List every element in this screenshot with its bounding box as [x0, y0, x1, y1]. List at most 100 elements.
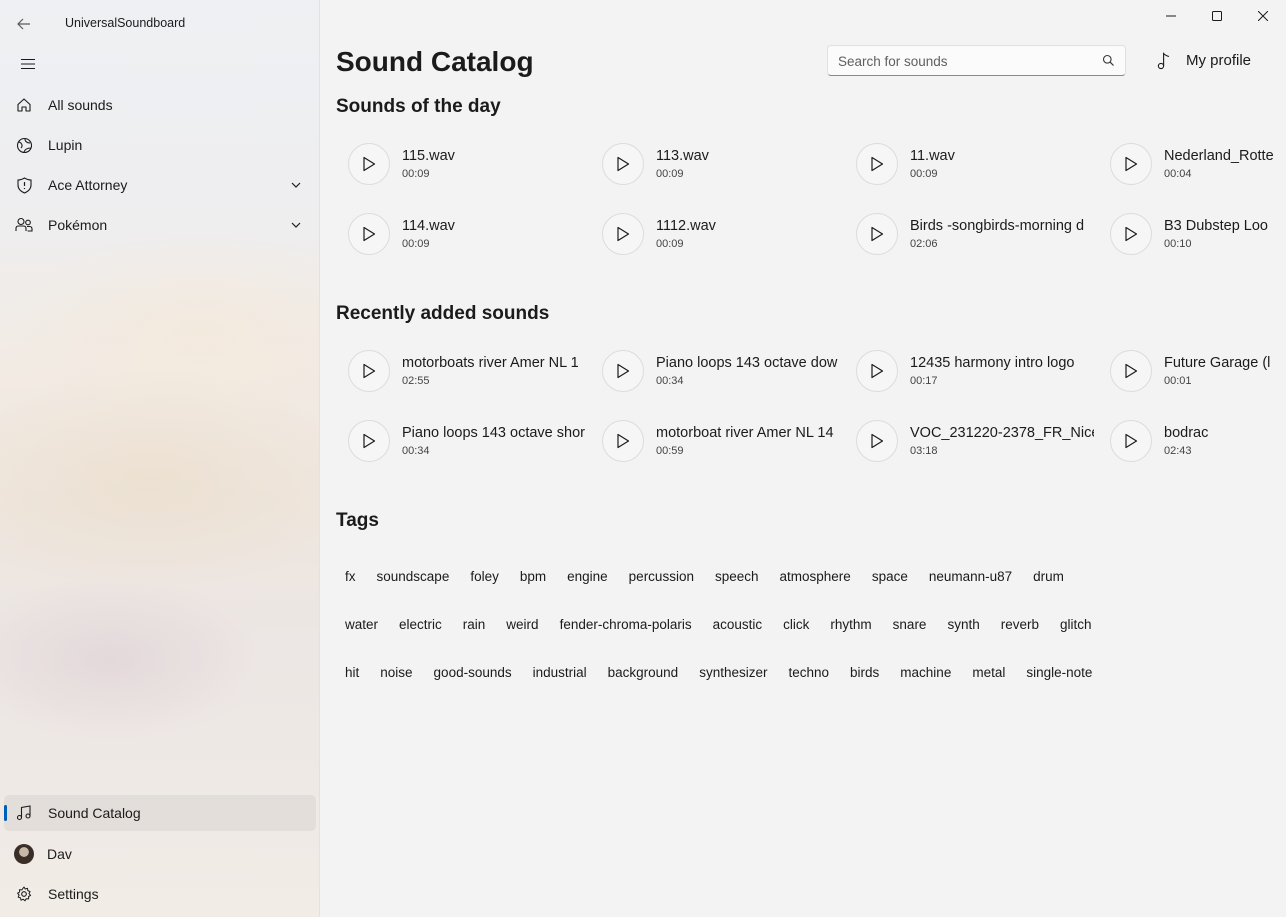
sound-item[interactable]: Piano loops 143 octave shor 00:34 [336, 417, 586, 465]
sound-duration: 00:09 [656, 238, 684, 250]
play-button[interactable] [856, 213, 898, 255]
tag-button[interactable]: percussion [619, 561, 704, 592]
sidebar-item-ace-attorney[interactable]: Ace Attorney [4, 167, 316, 203]
tag-button[interactable]: noise [370, 657, 422, 688]
search-icon[interactable] [1102, 54, 1115, 67]
tag-button[interactable]: speech [705, 561, 769, 592]
sound-item[interactable]: 113.wav 00:09 [590, 140, 840, 188]
play-button[interactable] [348, 420, 390, 462]
sidebar-item-settings[interactable]: Settings [4, 876, 316, 912]
my-profile-button[interactable]: My profile [1146, 45, 1271, 76]
tag-button[interactable]: background [598, 657, 689, 688]
sidebar-item-label: Pokémon [48, 217, 108, 233]
play-button[interactable] [348, 143, 390, 185]
tag-button[interactable]: techno [778, 657, 839, 688]
sound-item[interactable]: 12435 harmony intro logo 00:17 [844, 347, 1094, 395]
sidebar-item-all-sounds[interactable]: All sounds [4, 87, 316, 123]
play-button[interactable] [602, 350, 644, 392]
sound-item[interactable]: 115.wav 00:09 [336, 140, 586, 188]
sound-item[interactable]: bodrac 02:43 [1098, 417, 1286, 465]
sound-duration: 00:34 [656, 375, 684, 387]
play-button[interactable] [1110, 213, 1152, 255]
tag-button[interactable]: glitch [1050, 609, 1102, 640]
play-icon [1125, 226, 1138, 242]
chevron-down-icon[interactable] [290, 179, 302, 191]
selection-indicator [4, 805, 7, 821]
sidebar-item-pokemon[interactable]: Pokémon [4, 207, 316, 243]
tag-button[interactable]: synth [937, 609, 989, 640]
sidebar-item-sound-catalog[interactable]: Sound Catalog [4, 795, 316, 831]
play-button[interactable] [1110, 143, 1152, 185]
tag-button[interactable]: atmosphere [770, 561, 861, 592]
app-title: UniversalSoundboard [65, 16, 186, 30]
tag-button[interactable]: good-sounds [424, 657, 522, 688]
tag-button[interactable]: fender-chroma-polaris [550, 609, 702, 640]
chevron-down-icon[interactable] [290, 219, 302, 231]
play-icon [1125, 156, 1138, 172]
tag-button[interactable]: synthesizer [689, 657, 777, 688]
tag-button[interactable]: machine [890, 657, 961, 688]
play-button[interactable] [1110, 420, 1152, 462]
play-button[interactable] [602, 213, 644, 255]
tag-row: water electric rain weird fender-chroma-… [335, 600, 1135, 648]
tag-button[interactable]: space [862, 561, 918, 592]
tag-button[interactable]: click [773, 609, 819, 640]
sidebar-item-account[interactable]: Dav [4, 836, 316, 872]
play-button[interactable] [602, 143, 644, 185]
sound-item[interactable]: motorboats river Amer NL 1 02:55 [336, 347, 586, 395]
sound-item[interactable]: Future Garage (l 00:01 [1098, 347, 1286, 395]
sound-item[interactable]: B3 Dubstep Loo 00:10 [1098, 210, 1286, 258]
play-button[interactable] [602, 420, 644, 462]
play-button[interactable] [856, 350, 898, 392]
search-box[interactable] [827, 45, 1126, 76]
tag-button[interactable]: hit [335, 657, 369, 688]
sound-item[interactable]: Piano loops 143 octave dow 00:34 [590, 347, 840, 395]
play-button[interactable] [1110, 350, 1152, 392]
play-icon [363, 156, 376, 172]
tag-button[interactable]: electric [389, 609, 452, 640]
close-button[interactable] [1240, 0, 1286, 32]
tag-button[interactable]: acoustic [703, 609, 773, 640]
navigation-pane: UniversalSoundboard All sounds Lupin Ace… [0, 0, 320, 917]
tag-list: fx soundscape foley bpm engine percussio… [335, 552, 1135, 696]
tag-button[interactable]: bpm [510, 561, 556, 592]
sound-name: 113.wav [656, 148, 709, 164]
tag-button[interactable]: rain [453, 609, 496, 640]
minimize-button[interactable] [1148, 0, 1194, 32]
tag-button[interactable]: birds [840, 657, 889, 688]
sound-item[interactable]: 1112.wav 00:09 [590, 210, 840, 258]
tag-button[interactable]: neumann-u87 [919, 561, 1022, 592]
tag-button[interactable]: metal [962, 657, 1015, 688]
tag-button[interactable]: fx [335, 561, 366, 592]
menu-toggle-button[interactable] [12, 50, 44, 78]
back-button[interactable] [10, 10, 38, 38]
tag-button[interactable]: drum [1023, 561, 1074, 592]
play-icon [871, 226, 884, 242]
sound-item[interactable]: VOC_231220-2378_FR_Nice_ 03:18 [844, 417, 1094, 465]
sound-name: motorboat river Amer NL 14 [656, 425, 834, 441]
tag-button[interactable]: snare [883, 609, 937, 640]
play-button[interactable] [856, 420, 898, 462]
search-input[interactable] [838, 52, 1088, 70]
maximize-button[interactable] [1194, 0, 1240, 32]
tag-button[interactable]: weird [496, 609, 548, 640]
tag-button[interactable]: industrial [523, 657, 597, 688]
sidebar-item-lupin[interactable]: Lupin [4, 127, 316, 163]
tag-button[interactable]: water [335, 609, 388, 640]
play-button[interactable] [856, 143, 898, 185]
sound-item[interactable]: motorboat river Amer NL 14 00:59 [590, 417, 840, 465]
play-button[interactable] [348, 350, 390, 392]
sound-item[interactable]: 11.wav 00:09 [844, 140, 1094, 188]
tag-button[interactable]: foley [460, 561, 509, 592]
close-icon [1258, 11, 1268, 21]
tag-button[interactable]: engine [557, 561, 618, 592]
sound-item[interactable]: Nederland_Rotte 00:04 [1098, 140, 1286, 188]
tag-button[interactable]: single-note [1016, 657, 1102, 688]
tag-button[interactable]: rhythm [820, 609, 881, 640]
sound-item[interactable]: 114.wav 00:09 [336, 210, 586, 258]
play-button[interactable] [348, 213, 390, 255]
sound-item[interactable]: Birds -songbirds-morning d 02:06 [844, 210, 1094, 258]
tag-button[interactable]: soundscape [367, 561, 460, 592]
sound-name: Birds -songbirds-morning d [910, 218, 1085, 234]
tag-button[interactable]: reverb [991, 609, 1049, 640]
